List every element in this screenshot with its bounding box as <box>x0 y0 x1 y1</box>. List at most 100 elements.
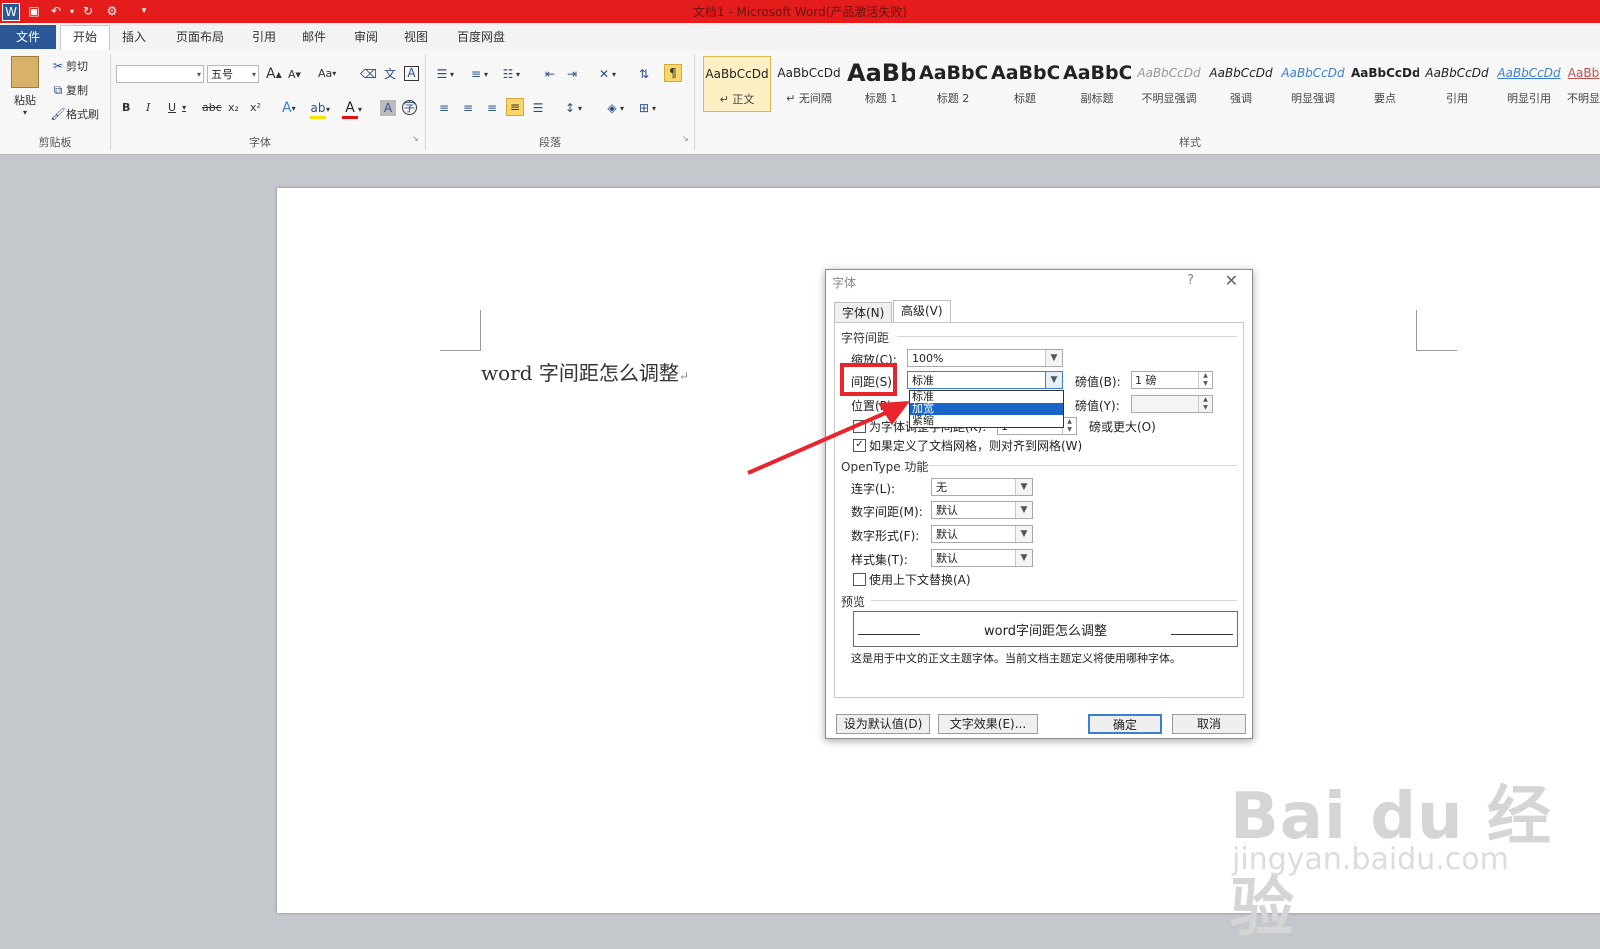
style-title[interactable]: AaBbC 标题 <box>991 56 1059 112</box>
document-line: word 字间距怎么调整 <box>481 361 679 385</box>
copy-button[interactable]: ⧉ 复制 <box>50 82 88 98</box>
style-intense-quote[interactable]: AaBbCcDd 明显引用 <box>1495 56 1563 112</box>
increase-indent-icon[interactable]: ⇥ <box>564 66 580 82</box>
subscript-label: x₂ <box>228 101 239 114</box>
grow-font-button[interactable]: A ▲ <box>266 66 282 82</box>
tab-view[interactable]: 视图 <box>392 26 440 48</box>
style-strong[interactable]: AaBbCcDd 要点 <box>1351 56 1419 112</box>
font-name-combo[interactable]: ▾ <box>116 65 204 83</box>
tab-file[interactable]: 文件 <box>0 25 56 49</box>
underline-button[interactable]: U ▾ <box>168 101 186 114</box>
style-normal[interactable]: AaBbCcDd ↵ 正文 <box>703 56 771 112</box>
justify-icon[interactable]: ≡ <box>506 98 524 116</box>
contextual-alternates-checkbox[interactable] <box>853 573 866 586</box>
highlight-icon[interactable]: ab ▾ <box>310 100 330 119</box>
close-icon[interactable]: ✕ <box>1225 271 1238 290</box>
font-color-icon[interactable]: A ▾ <box>342 100 362 119</box>
char-shading-icon[interactable]: A <box>380 100 396 116</box>
subscript-button[interactable]: x₂ <box>228 101 239 114</box>
bold-button[interactable]: B <box>122 101 130 114</box>
style-heading-2[interactable]: AaBbC 标题 2 <box>919 56 987 112</box>
paragraph-dialog-launcher-icon[interactable]: ↘ <box>682 134 689 143</box>
cancel-button[interactable]: 取消 <box>1172 714 1246 734</box>
tab-font[interactable]: 字体(N) <box>834 302 893 323</box>
style-subtitle[interactable]: AaBbC 副标题 <box>1063 56 1131 112</box>
align-center-icon[interactable]: ≡ <box>460 100 476 116</box>
tab-page-layout[interactable]: 页面布局 <box>164 26 236 48</box>
spin-up-icon[interactable]: ▲ <box>1198 372 1212 380</box>
spacing-dropdown-list[interactable]: 标准 加宽 紧缩 <box>909 390 1064 428</box>
change-case-button[interactable]: Aa ▾ <box>318 67 336 80</box>
brush-icon: 🖌 <box>50 107 66 121</box>
tab-mailings[interactable]: 邮件 <box>290 26 338 48</box>
format-painter-label: 格式刷 <box>66 108 99 121</box>
tab-references[interactable]: 引用 <box>240 26 288 48</box>
spacing-combo[interactable]: 标准 ▼ <box>907 371 1063 389</box>
style-name: 副标题 <box>1080 92 1114 105</box>
shrink-font-button[interactable]: A ▼ <box>288 68 301 81</box>
italic-button[interactable]: I <box>146 101 150 114</box>
char-border-icon[interactable]: A <box>404 66 419 81</box>
paste-button[interactable]: 粘贴 ▾ <box>10 56 40 117</box>
styleset-combo[interactable]: 默认 ▼ <box>931 549 1033 567</box>
underline-label: U <box>168 101 177 114</box>
tab-baidu-netdisk[interactable]: 百度网盘 <box>445 26 517 48</box>
style-preview: AaBbCcDd <box>777 66 841 80</box>
style-no-spacing[interactable]: AaBbCcDd ↵ 无间隔 <box>775 56 843 112</box>
style-subtle-reference[interactable]: AaBb 不明显 <box>1567 56 1600 112</box>
numform-combo[interactable]: 默认 ▼ <box>931 525 1033 543</box>
font-dialog-launcher-icon[interactable]: ↘ <box>412 134 419 143</box>
align-right-icon[interactable]: ≡ <box>484 100 500 116</box>
numspacing-combo[interactable]: 默认 ▼ <box>931 501 1033 519</box>
ok-button[interactable]: 确定 <box>1088 714 1162 734</box>
text-effect-icon[interactable]: A ▾ <box>282 100 296 116</box>
tab-review[interactable]: 审阅 <box>342 26 390 48</box>
style-intense-emphasis[interactable]: AaBbCcDd 明显强调 <box>1279 56 1347 112</box>
document-text[interactable]: word 字间距怎么调整↵ <box>481 357 689 386</box>
distributed-icon[interactable]: ☰ <box>530 100 546 116</box>
numbering-icon[interactable]: ≡ ▾ <box>468 66 488 82</box>
spin-up-icon[interactable]: ▲ <box>1062 418 1076 426</box>
tab-insert[interactable]: 插入 <box>110 26 158 48</box>
spin-down-icon[interactable]: ▼ <box>1198 404 1212 412</box>
strikethrough-button[interactable]: abc <box>202 101 222 114</box>
style-emphasis[interactable]: AaBbCcDd 强调 <box>1207 56 1275 112</box>
phonetic-guide-icon[interactable]: 文 <box>382 66 398 82</box>
dropdown-option-condensed[interactable]: 紧缩 <box>910 415 1063 427</box>
text-effects-button[interactable]: 文字效果(E)... <box>938 714 1038 734</box>
sort-icon[interactable]: ⇅ <box>636 66 652 82</box>
line-spacing-icon[interactable]: ↕ ▾ <box>562 100 582 116</box>
style-preview: AaBbCcDd <box>1137 66 1201 80</box>
annotation-highlight-box <box>840 363 897 396</box>
multilevel-list-icon[interactable]: ☷ ▾ <box>500 66 520 82</box>
ligature-combo[interactable]: 无 ▼ <box>931 478 1033 496</box>
align-left-icon[interactable]: ≡ <box>436 100 452 116</box>
tab-home[interactable]: 开始 <box>60 25 111 50</box>
shading-icon[interactable]: ◈ ▾ <box>604 100 624 116</box>
clear-format-icon[interactable]: ⌫ <box>360 66 377 82</box>
spin-up-icon[interactable]: ▲ <box>1198 396 1212 404</box>
tab-advanced[interactable]: 高级(V) <box>893 300 951 323</box>
superscript-button[interactable]: x² <box>250 101 261 114</box>
borders-icon[interactable]: ⊞ ▾ <box>636 100 656 116</box>
style-name: 标题 1 <box>864 92 898 105</box>
style-quote[interactable]: AaBbCcDd 引用 <box>1423 56 1491 112</box>
font-size-combo[interactable]: 五号 ▾ <box>207 65 259 83</box>
by1-spinner[interactable]: 1 磅 ▲ ▼ <box>1131 371 1213 389</box>
chinese-layout-icon[interactable]: ✕ ▾ <box>596 66 616 82</box>
set-default-button[interactable]: 设为默认值(D) <box>836 714 930 734</box>
by2-spinner[interactable]: ▲ ▼ <box>1131 395 1213 413</box>
section-preview: 预览 <box>841 595 866 609</box>
spin-down-icon[interactable]: ▼ <box>1198 380 1212 388</box>
style-subtle-emphasis[interactable]: AaBbCcDd 不明显强调 <box>1135 56 1203 112</box>
scale-combo[interactable]: 100% ▼ <box>907 349 1063 367</box>
style-heading-1[interactable]: AaBb 标题 1 <box>847 56 915 112</box>
format-painter-button[interactable]: 🖌 格式刷 <box>50 106 99 122</box>
help-icon[interactable]: ? <box>1187 273 1194 288</box>
cut-button[interactable]: ✂ 剪切 <box>50 58 88 74</box>
bullets-icon[interactable]: ☰ ▾ <box>434 66 454 82</box>
enclose-char-icon[interactable]: 字 <box>402 100 417 115</box>
decrease-indent-icon[interactable]: ⇤ <box>542 66 558 82</box>
spin-down-icon[interactable]: ▼ <box>1062 426 1076 434</box>
show-marks-icon[interactable]: ¶ <box>664 64 682 82</box>
